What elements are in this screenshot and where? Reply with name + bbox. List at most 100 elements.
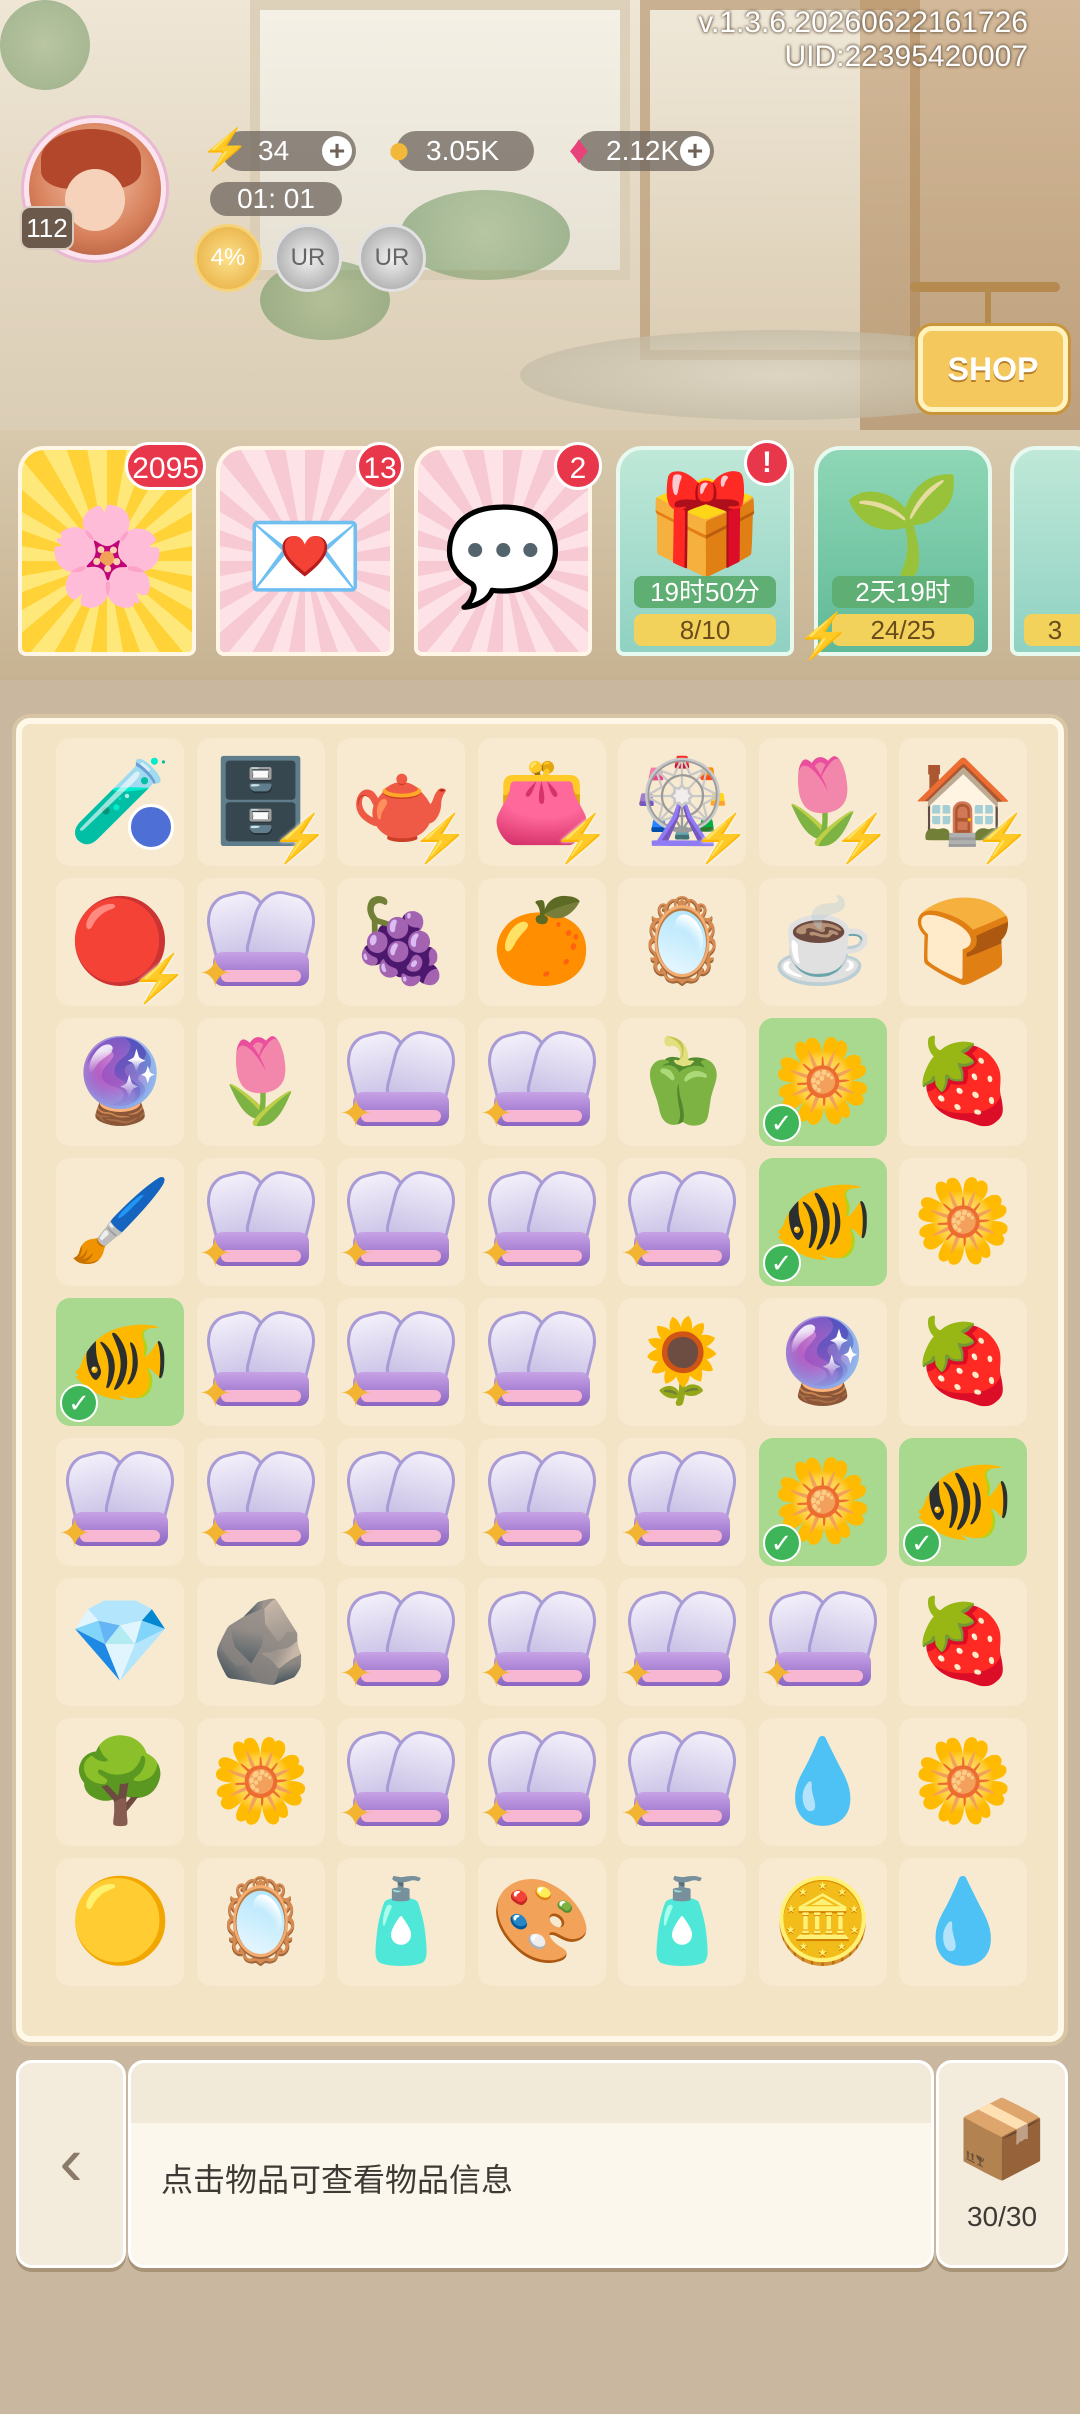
eyeshadow-icon: 🎨: [490, 1876, 593, 1967]
board-cell[interactable]: 🖌️: [56, 1158, 184, 1286]
board-cell[interactable]: ☕: [758, 878, 887, 1006]
card-badge: 13: [356, 442, 404, 490]
board-cell[interactable]: ✦: [477, 1018, 606, 1146]
board-cell[interactable]: ✦: [196, 1438, 325, 1566]
board-cell[interactable]: 💎: [56, 1578, 184, 1706]
board-cell[interactable]: 🍓: [899, 1018, 1027, 1146]
card-letters[interactable]: 💌 13: [216, 442, 404, 656]
board-cell[interactable]: 🐠 ✓: [56, 1298, 184, 1426]
board-cell[interactable]: ✦: [196, 1298, 325, 1426]
board-cell[interactable]: 🐠 ✓: [899, 1438, 1027, 1566]
board-cell[interactable]: ✦: [618, 1718, 746, 1846]
board-cell[interactable]: 🫑: [618, 1018, 746, 1146]
blush-compact-icon: 🧴: [349, 1876, 453, 1967]
board-cell[interactable]: 🧪: [56, 738, 184, 866]
board-cell[interactable]: ✦: [337, 1298, 465, 1426]
board-cell[interactable]: 🍓: [899, 1298, 1027, 1426]
storage-box-button[interactable]: 📦 30/30: [936, 2060, 1068, 2268]
board-cell[interactable]: 🍓: [899, 1578, 1027, 1706]
board-cell[interactable]: ✦: [337, 1018, 465, 1146]
board-cell[interactable]: ✦: [196, 1158, 325, 1286]
garden-shovel-icon: 🌱: [843, 471, 963, 578]
osmanthus-icon: 🌼: [911, 1736, 1015, 1827]
card-gift-event[interactable]: 🎁 19时50分 8/10 !: [616, 440, 794, 656]
shell-pack-icon: ✦: [620, 1585, 743, 1696]
add-energy-button[interactable]: +: [322, 136, 352, 166]
board-cell[interactable]: 🍞: [899, 878, 1027, 1006]
board-cell[interactable]: 🎨: [477, 1858, 606, 1986]
board-cell[interactable]: ✦: [758, 1578, 887, 1706]
card-chat[interactable]: 💬 2: [414, 442, 602, 656]
board-cell[interactable]: ✦: [477, 1438, 606, 1566]
card-partial[interactable]: 3: [1010, 446, 1080, 656]
board-cell[interactable]: 🌼: [196, 1718, 325, 1846]
board-cell[interactable]: ✦: [618, 1578, 746, 1706]
shell-pack-icon: ✦: [199, 1445, 321, 1556]
board-cell[interactable]: ✦: [477, 1718, 606, 1846]
boost-badge[interactable]: 4%: [194, 224, 262, 292]
board-cell[interactable]: ✦: [618, 1438, 746, 1566]
board-cell[interactable]: ✦: [337, 1158, 465, 1286]
countdown-timer: 01: 01: [210, 182, 342, 216]
board-cell[interactable]: 🍊: [477, 878, 606, 1006]
board-cell[interactable]: 🪞: [196, 1858, 325, 1986]
board-cell[interactable]: ✦: [196, 878, 325, 1006]
checkmark-icon: ✓: [60, 1384, 98, 1422]
board-cell[interactable]: ✦: [337, 1578, 465, 1706]
shop-button[interactable]: SHOP: [918, 326, 1068, 412]
back-button[interactable]: ‹: [16, 2060, 126, 2268]
board-cell[interactable]: 💧: [899, 1858, 1027, 1986]
energy-bolt-icon: ⚡: [411, 812, 469, 864]
board-cell[interactable]: 🌼: [899, 1718, 1027, 1846]
board-cell[interactable]: 🧴: [618, 1858, 746, 1986]
board-cell[interactable]: 👛 ⚡: [477, 738, 610, 866]
board-cell[interactable]: 🔴 ⚡: [56, 878, 188, 1006]
board-cell[interactable]: 🎡 ⚡: [618, 738, 750, 866]
shell-pack-icon: ✦: [199, 1165, 321, 1276]
board-cell[interactable]: ✦: [477, 1298, 606, 1426]
board-cell[interactable]: 🌻: [618, 1298, 746, 1426]
board-cell[interactable]: 🪙: [758, 1858, 887, 1986]
letter-icon: 💌: [245, 503, 365, 610]
board-cell[interactable]: ✦: [337, 1438, 465, 1566]
shell-pack-icon: ✦: [199, 885, 321, 996]
shop-sign-hook: [985, 290, 991, 326]
board-cell[interactable]: ✦: [477, 1578, 606, 1706]
alert-badge: !: [744, 440, 790, 486]
storage-count: 30/30: [966, 2201, 1038, 2232]
event-card-row: 🌸 2095 💌 13 💬 2 🎁 19时50分 8/10 ! 🌱 2天19时 …: [0, 436, 1080, 662]
ur-token-icon[interactable]: UR: [358, 224, 426, 292]
board-cell[interactable]: ✦: [337, 1718, 465, 1846]
board-cell[interactable]: 🪨: [196, 1578, 325, 1706]
board-cell[interactable]: 🌳: [56, 1718, 184, 1846]
board-cell[interactable]: 🏠 ⚡: [899, 738, 1031, 866]
board-cell[interactable]: 🫖 ⚡: [337, 738, 469, 866]
board-cell[interactable]: 🔮: [56, 1018, 184, 1146]
board-cell[interactable]: 🌼: [899, 1158, 1027, 1286]
foundation-icon: 🧴: [630, 1876, 734, 1967]
board-cell[interactable]: 🟡: [56, 1858, 184, 1986]
board-cell[interactable]: ✦: [56, 1438, 184, 1566]
shell-pack-icon: ✦: [58, 1445, 181, 1556]
board-cell[interactable]: 🗄️ ⚡: [196, 738, 329, 866]
add-gems-button[interactable]: +: [680, 136, 710, 166]
board-cell[interactable]: 🌼 ✓: [758, 1438, 887, 1566]
energy-bolt-icon: ⚡: [200, 128, 250, 172]
board-cell[interactable]: 🔮: [758, 1298, 887, 1426]
card-garden-event[interactable]: 🌱 2天19时 24/25 ⚡: [796, 446, 992, 661]
shell-pack-icon: ✦: [339, 1165, 462, 1276]
green-sprite-icon: 🫑: [630, 1036, 734, 1127]
board-cell[interactable]: 🍇: [337, 878, 465, 1006]
board-cell[interactable]: 🪞: [618, 878, 746, 1006]
board-cell[interactable]: 🧴: [337, 1858, 465, 1986]
ur-token-icon[interactable]: UR: [274, 224, 342, 292]
board-cell[interactable]: 🌼 ✓: [758, 1018, 887, 1146]
board-cell[interactable]: 🌷 ⚡: [758, 738, 891, 866]
board-cell[interactable]: 🐠 ✓: [758, 1158, 887, 1286]
board-cell[interactable]: ✦: [477, 1158, 606, 1286]
compact-icon: 🪞: [630, 896, 734, 987]
board-cell[interactable]: 💧: [758, 1718, 887, 1846]
board-cell[interactable]: ✦: [618, 1158, 746, 1286]
card-flower-dome[interactable]: 🌸 2095: [18, 442, 206, 656]
board-cell[interactable]: 🌷: [196, 1018, 325, 1146]
